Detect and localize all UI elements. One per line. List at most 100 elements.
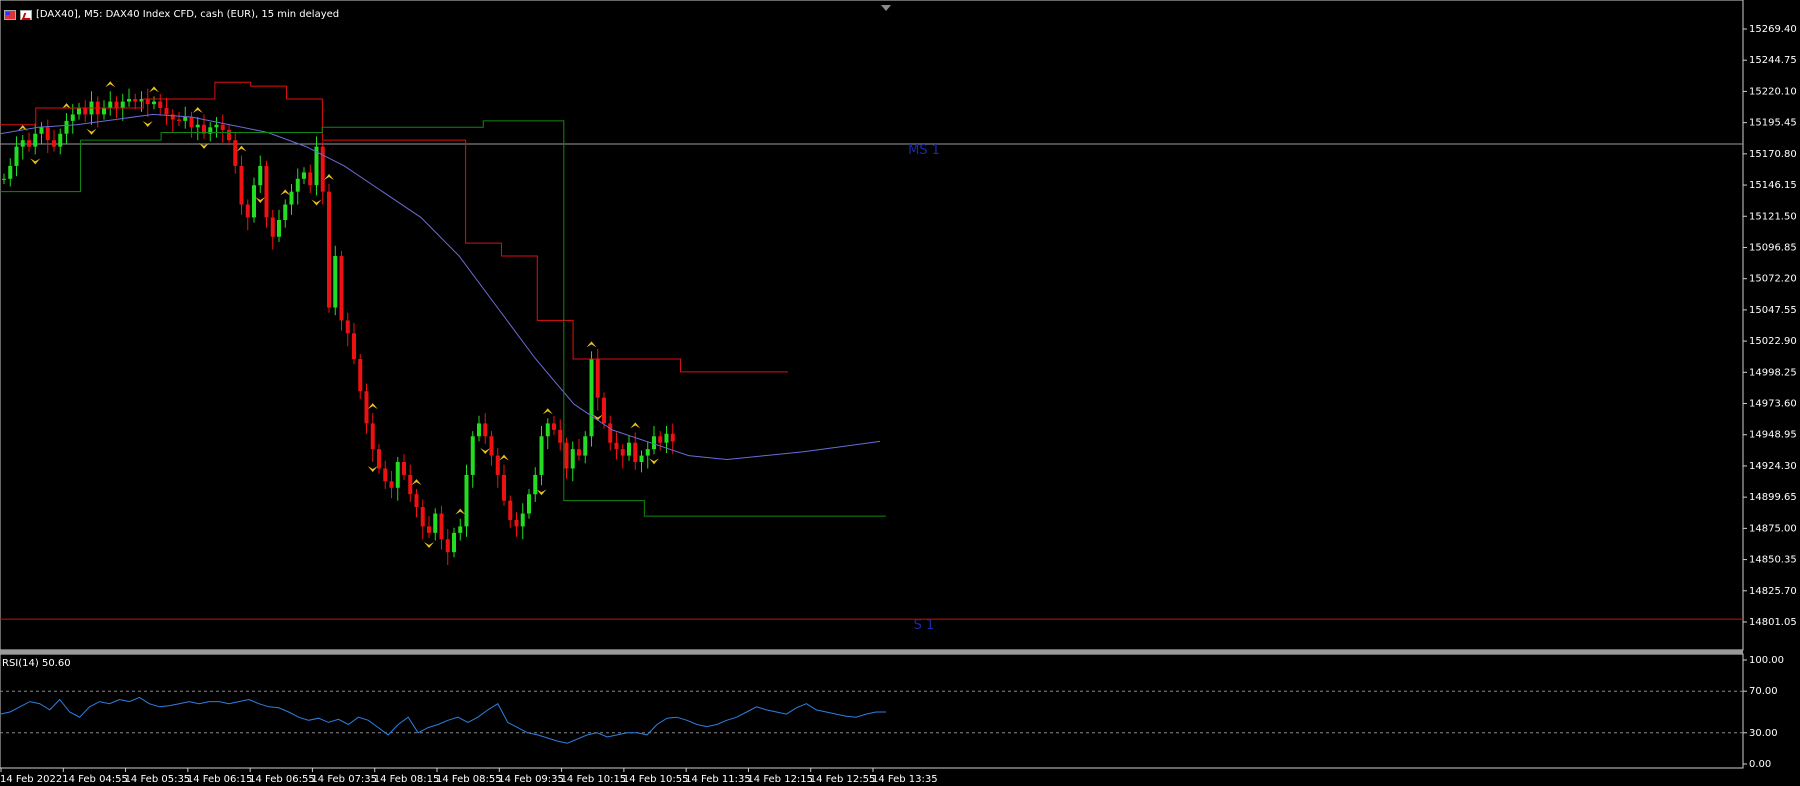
- time-axis-label: 14 Feb 08:15: [374, 774, 440, 785]
- candle-body: [652, 436, 656, 450]
- candle-body: [20, 140, 25, 147]
- candle-body: [339, 256, 344, 321]
- level-label: S 1: [914, 618, 935, 633]
- upper-stop-line: [0, 81, 788, 373]
- rsi-label: RSI(14) 50.60: [2, 658, 71, 669]
- candle-body: [608, 423, 613, 443]
- time-axis-label: 14 Feb 12:55: [810, 774, 876, 785]
- candle-body: [189, 117, 194, 128]
- candle-body: [277, 220, 281, 237]
- price-axis-label: 15022.90: [1749, 336, 1797, 347]
- candle-body: [520, 513, 525, 527]
- candle-body: [327, 191, 331, 308]
- main-pane-frame: [0, 0, 1744, 651]
- candle-body: [483, 423, 488, 437]
- fractal-up-icon: [192, 107, 203, 114]
- fractal-up-icon: [324, 173, 334, 180]
- candle-body: [458, 526, 463, 533]
- rsi-axis-label: 30.00: [1749, 728, 1778, 739]
- fractal-up-icon: [542, 408, 553, 415]
- candle-body: [14, 146, 19, 166]
- candle-body: [358, 359, 363, 392]
- price-axis-label: 15072.20: [1749, 274, 1797, 285]
- candle-body: [383, 468, 388, 482]
- candle-body: [127, 98, 131, 102]
- candle-body: [539, 436, 544, 475]
- fractal-up-icon: [105, 81, 116, 88]
- time-axis-label: 14 Feb 04:55: [62, 774, 128, 785]
- candle-body: [2, 178, 6, 180]
- candle-body: [627, 442, 631, 456]
- candle-body: [464, 474, 469, 527]
- price-axis-label: 14850.35: [1749, 555, 1797, 566]
- candle-body: [433, 513, 438, 533]
- candle-body: [495, 455, 500, 475]
- fractal-up-icon: [411, 479, 422, 486]
- candle-body: [164, 107, 169, 115]
- time-axis-label: 14 Feb 09:35: [498, 774, 564, 785]
- candle-body: [333, 256, 338, 308]
- fractal-up-icon: [236, 145, 247, 152]
- candle-body: [477, 423, 481, 437]
- price-axis-label: 15121.50: [1749, 211, 1797, 222]
- candle-body: [545, 423, 550, 437]
- candle-body: [102, 107, 106, 115]
- candle-body: [345, 320, 350, 334]
- time-axis-label: 14 Feb 10:55: [623, 774, 689, 785]
- fractal-down-icon: [86, 128, 97, 135]
- candle-body: [370, 423, 375, 450]
- rsi-line: [0, 696, 886, 744]
- rsi-axis-label: 0.00: [1749, 759, 1771, 770]
- price-axis-label: 14973.60: [1749, 399, 1797, 410]
- candle-body: [508, 500, 513, 520]
- fractal-down-icon: [142, 121, 153, 128]
- time-axis-label: 14 Feb 05:35: [125, 774, 191, 785]
- candle-body: [402, 462, 406, 475]
- candle-body: [427, 526, 431, 533]
- price-axis-label: 15047.55: [1749, 305, 1797, 316]
- candle-body: [602, 397, 606, 424]
- candle-body: [8, 165, 13, 179]
- fractal-up-icon: [455, 508, 466, 515]
- fractal-up-icon: [367, 403, 378, 410]
- candle-body: [408, 474, 413, 495]
- fractal-up-icon: [499, 454, 509, 461]
- fractal-up-icon: [149, 86, 159, 93]
- candle-body: [45, 127, 50, 141]
- candle-body: [552, 423, 556, 430]
- time-axis-label: 14 Feb 10:15: [561, 774, 627, 785]
- price-axis-label: 14924.30: [1749, 461, 1797, 472]
- fractal-down-icon: [649, 458, 659, 465]
- candle-body: [320, 146, 325, 192]
- price-axis-label: 15220.10: [1749, 86, 1797, 97]
- fractal-down-icon: [480, 448, 491, 455]
- fractal-down-icon: [30, 158, 41, 165]
- candle-body: [377, 449, 381, 469]
- candle-body: [70, 114, 75, 121]
- candle-body: [39, 127, 44, 134]
- candle-body: [258, 165, 263, 186]
- candle-body: [664, 433, 669, 443]
- candle-body: [227, 129, 231, 141]
- candle-body: [364, 391, 369, 424]
- price-axis-label: 14998.25: [1749, 367, 1797, 378]
- pane-splitter: [0, 650, 1743, 654]
- candle-body: [639, 455, 644, 463]
- candle-body: [452, 532, 456, 553]
- candle-body: [295, 178, 300, 192]
- candle-body: [64, 120, 69, 134]
- candle-body: [439, 513, 444, 540]
- candle-body: [445, 539, 450, 553]
- candle-body: [283, 204, 288, 220]
- candle-body: [183, 117, 188, 121]
- candle-body: [214, 124, 219, 128]
- candle-body: [120, 101, 125, 108]
- price-axis-label: 14825.70: [1749, 586, 1797, 597]
- candle-body: [570, 449, 575, 469]
- fractal-down-icon: [255, 196, 266, 203]
- candle-body: [133, 98, 138, 102]
- fractal-down-icon: [367, 466, 378, 473]
- chart-canvas[interactable]: 15269.40 15244.75 15220.10 15195.45 15170.80…: [0, 0, 1800, 786]
- price-axis-label: 15195.45: [1749, 118, 1797, 129]
- candle-body: [58, 133, 63, 147]
